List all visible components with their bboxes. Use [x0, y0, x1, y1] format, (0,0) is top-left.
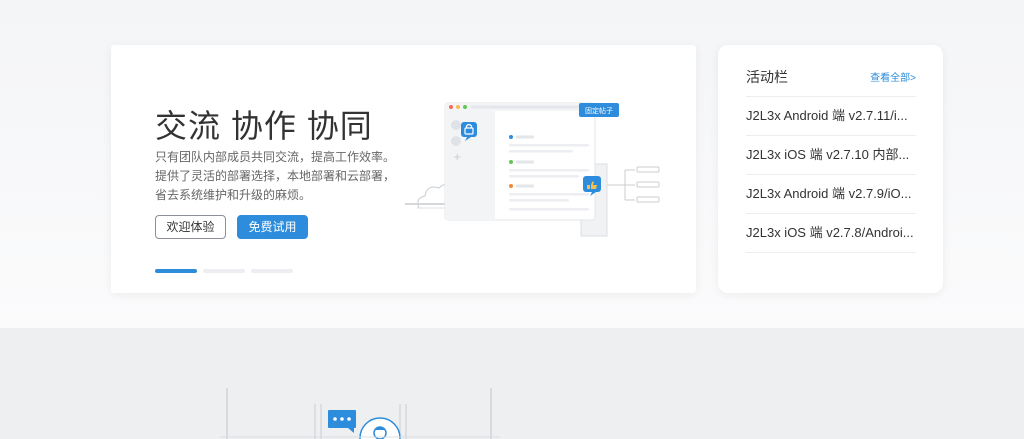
lower-section-background [0, 328, 1024, 439]
carousel-dot-1[interactable] [155, 269, 197, 273]
activity-item[interactable]: J2L3x iOS 端 v2.7.8/Androi... [746, 214, 916, 253]
svg-text:+: + [453, 152, 461, 163]
activity-list: J2L3x Android 端 v2.7.11/i... J2L3x iOS 端… [746, 97, 916, 253]
welcome-experience-button[interactable]: 欢迎体验 [155, 215, 226, 239]
hero-description: 只有团队内部成员共同交流，提高工作效率。 提供了灵活的部署选择，本地部署和云部署… [155, 150, 396, 202]
tree-diagram [605, 166, 660, 203]
lower-section-illustration [220, 388, 500, 439]
user-avatar-icon [359, 417, 401, 439]
carousel-dot-2[interactable] [203, 269, 245, 273]
activity-title: 活动栏 [746, 69, 788, 85]
hero-title: 交流 协作 协同 [155, 108, 373, 144]
free-trial-button[interactable]: 免费试用 [237, 215, 308, 239]
carousel-dot-3[interactable] [251, 269, 293, 273]
activity-header: 活动栏 查看全部> [746, 67, 916, 97]
activity-item[interactable]: J2L3x Android 端 v2.7.9/iO... [746, 175, 916, 214]
activity-item[interactable]: J2L3x Android 端 v2.7.11/i... [746, 97, 916, 136]
carousel-indicators [155, 269, 293, 273]
activity-item[interactable]: J2L3x iOS 端 v2.7.10 内部... [746, 136, 916, 175]
pinned-post-badge: 固定帖子 [585, 106, 613, 115]
view-all-link[interactable]: 查看全部> [870, 69, 916, 84]
collaboration-illustration: + 固定帖子 [405, 102, 660, 237]
activity-panel: 活动栏 查看全部> J2L3x Android 端 v2.7.11/i... J… [718, 45, 943, 293]
hero-banner-card: 交流 协作 协同 只有团队内部成员共同交流，提高工作效率。 提供了灵活的部署选择… [111, 45, 696, 293]
chat-bubble-icon [328, 410, 356, 433]
